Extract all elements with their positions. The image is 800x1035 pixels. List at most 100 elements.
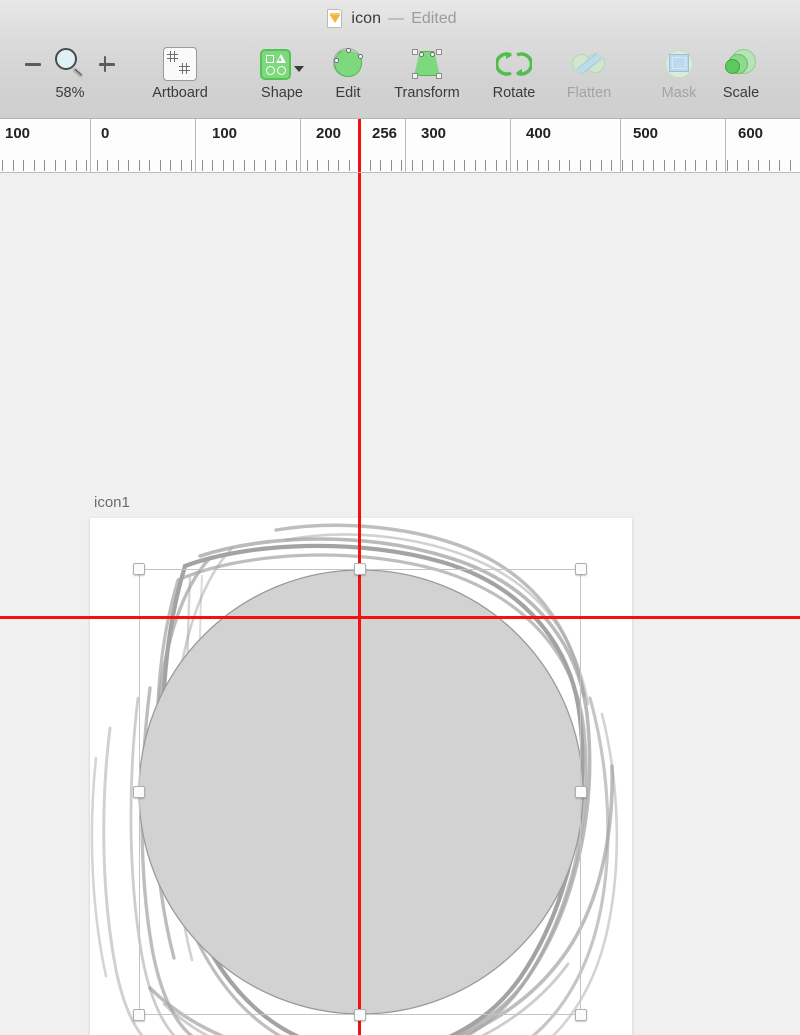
- zoom-out-icon[interactable]: [23, 54, 43, 74]
- ruler-tick: [632, 160, 633, 171]
- edit-icon: [330, 44, 366, 84]
- ruler-tick: [453, 160, 455, 171]
- ruler-label: 0: [101, 125, 110, 142]
- ruler-label: 500: [633, 125, 659, 142]
- ruler-tick: [180, 160, 182, 171]
- ruler-major-line: [405, 119, 406, 172]
- ruler-label: 100: [212, 125, 238, 142]
- ruler-major-line: [300, 119, 301, 172]
- ruler-major-line: [620, 119, 621, 172]
- toolbar-button-flatten[interactable]: Flatten: [552, 44, 626, 101]
- mask-icon: [662, 44, 696, 84]
- ruler-tick: [642, 160, 644, 171]
- ruler-tick: [516, 160, 518, 171]
- selection-handle-bottom-right[interactable]: [575, 1009, 587, 1021]
- ruler-tick: [12, 160, 14, 171]
- ruler-tick: [348, 160, 350, 171]
- ruler-major-line: [510, 119, 511, 172]
- ruler-major-line: [725, 119, 726, 172]
- ruler-major-line: [90, 119, 91, 172]
- toolbar-button-artboard[interactable]: Artboard: [143, 44, 217, 101]
- artboard-icon: [163, 44, 197, 84]
- selection-handle-bottom-left[interactable]: [133, 1009, 145, 1021]
- zoom-level-label: 58%: [55, 85, 85, 101]
- ruler-tick: [663, 160, 665, 171]
- ruler-tick: [243, 160, 245, 171]
- ruler-tick: [380, 160, 381, 171]
- ruler-tick: [464, 160, 465, 171]
- ruler-tick: [590, 160, 591, 171]
- ruler-tick: [54, 160, 56, 171]
- toolbar-label-mask: Mask: [661, 85, 697, 101]
- selection-handle-bottom-center[interactable]: [354, 1009, 366, 1021]
- ruler-label: 100: [5, 125, 31, 142]
- toolbar-button-rotate[interactable]: Rotate: [481, 44, 547, 101]
- zoom-control-group: 58%: [10, 44, 130, 101]
- toolbar-button-shape[interactable]: Shape: [248, 44, 316, 101]
- ruler-tick: [558, 160, 560, 171]
- selection-handle-top-center[interactable]: [354, 563, 366, 575]
- toolbar-button-transform[interactable]: Transform: [381, 44, 473, 101]
- toolbar-label-rotate: Rotate: [492, 85, 536, 101]
- document-title-group: icon — Edited: [327, 8, 457, 30]
- ruler-tick: [716, 160, 717, 171]
- ruler-tick: [159, 160, 161, 171]
- ruler-tick: [474, 160, 476, 171]
- vertical-guide-line[interactable]: [358, 173, 361, 1035]
- flatten-icon: [571, 44, 607, 84]
- ruler-tick: [705, 160, 707, 171]
- ruler-tick: [768, 160, 770, 171]
- ruler-tick: [86, 160, 87, 171]
- toolbar-button-mask[interactable]: Mask: [650, 44, 708, 101]
- ruler-tick: [695, 160, 696, 171]
- ruler-tick: [422, 160, 423, 171]
- toolbar-label-artboard: Artboard: [152, 85, 208, 101]
- selection-handle-middle-left[interactable]: [133, 786, 145, 798]
- ruler-tick: [327, 160, 329, 171]
- chevron-down-icon[interactable]: [294, 65, 304, 72]
- ruler-tick: [306, 160, 308, 171]
- horizontal-ruler[interactable]: 100 0 100 200 256 300 400 500 600: [0, 119, 800, 173]
- edited-status-label: Edited: [411, 10, 457, 27]
- ruler-tick: [401, 160, 402, 171]
- ruler-tick: [726, 160, 728, 171]
- toolbar-label-shape: Shape: [261, 85, 303, 101]
- horizontal-guide-line[interactable]: [0, 616, 800, 619]
- ruler-label: 256: [372, 125, 398, 142]
- ruler-tick: [233, 160, 234, 171]
- toolbar-button-scale[interactable]: Scale: [713, 44, 769, 101]
- ruler-tick: [275, 160, 276, 171]
- window-titlebar: icon — Edited: [0, 0, 800, 38]
- toolbar-label-flatten: Flatten: [566, 85, 612, 101]
- selection-handle-top-left[interactable]: [133, 563, 145, 575]
- ruler-tick: [779, 160, 780, 171]
- ruler-tick: [789, 160, 791, 171]
- ruler-tick: [23, 160, 24, 171]
- magnifier-icon[interactable]: [53, 47, 87, 81]
- ruler-tick: [747, 160, 749, 171]
- ruler-major-line: [195, 119, 196, 172]
- ruler-tick: [149, 160, 150, 171]
- sketch-document-icon: [327, 8, 344, 30]
- ruler-tick: [495, 160, 497, 171]
- toolbar-button-edit[interactable]: Edit: [324, 44, 372, 101]
- sketch-app-window: icon — Edited 58% Artboard Shape Edit Tr…: [0, 0, 800, 1035]
- ruler-tick: [600, 160, 602, 171]
- scale-icon: [724, 44, 758, 84]
- selection-handle-middle-right[interactable]: [575, 786, 587, 798]
- artboard-name-label[interactable]: icon1: [94, 494, 130, 511]
- design-canvas[interactable]: icon1: [0, 173, 800, 1035]
- ruler-tick: [537, 160, 539, 171]
- main-toolbar: 58% Artboard Shape Edit Transform Rotate…: [0, 38, 800, 119]
- ruler-tick: [75, 160, 77, 171]
- ruler-tick: [254, 160, 255, 171]
- ruler-tick: [107, 160, 108, 171]
- ruler-tick: [569, 160, 570, 171]
- ruler-tick: [170, 160, 171, 171]
- zoom-in-icon[interactable]: [97, 54, 117, 74]
- selection-handle-top-right[interactable]: [575, 563, 587, 575]
- ruler-tick: [96, 160, 98, 171]
- ruler-tick: [2, 160, 3, 171]
- ruler-tick: [674, 160, 675, 171]
- ruler-tick: [65, 160, 66, 171]
